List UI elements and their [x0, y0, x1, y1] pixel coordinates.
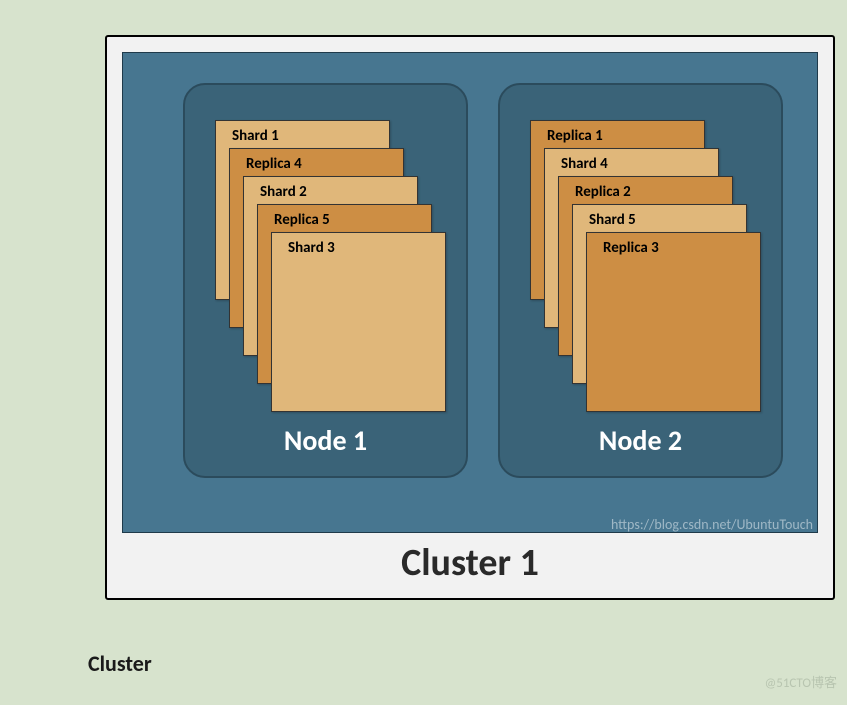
card-label: Shard 1: [216, 121, 389, 151]
node-2-label: Node 2: [500, 423, 781, 458]
url-watermark: https://blog.csdn.net/UbuntuTouch: [611, 516, 813, 533]
cluster-label: Cluster 1: [107, 540, 833, 586]
card-label: Replica 2: [559, 177, 732, 207]
node-2-card-stack: Replica 1 Shard 4 Replica 2 Shard 5 Repl…: [530, 120, 755, 390]
node-1-card-stack: Shard 1 Replica 4 Shard 2 Replica 5 Shar…: [215, 120, 440, 390]
node-1-label: Node 1: [185, 423, 466, 458]
blog-watermark: @51CTO博客: [765, 672, 837, 691]
card-label: Shard 3: [272, 233, 445, 263]
node-1-card-5: Shard 3: [271, 232, 446, 412]
card-label: Shard 5: [573, 205, 746, 235]
card-label: Replica 4: [230, 149, 403, 179]
cluster-container: Shard 1 Replica 4 Shard 2 Replica 5 Shar…: [122, 52, 818, 533]
diagram-frame: Shard 1 Replica 4 Shard 2 Replica 5 Shar…: [105, 35, 835, 600]
node-2-box: Replica 1 Shard 4 Replica 2 Shard 5 Repl…: [498, 83, 783, 478]
node-1-box: Shard 1 Replica 4 Shard 2 Replica 5 Shar…: [183, 83, 468, 478]
card-label: Replica 5: [258, 205, 431, 235]
card-label: Replica 1: [531, 121, 704, 151]
card-label: Shard 2: [244, 177, 417, 207]
caption-text: Cluster: [88, 650, 152, 677]
node-2-card-5: Replica 3: [586, 232, 761, 412]
card-label: Shard 4: [545, 149, 718, 179]
card-label: Replica 3: [587, 233, 760, 263]
